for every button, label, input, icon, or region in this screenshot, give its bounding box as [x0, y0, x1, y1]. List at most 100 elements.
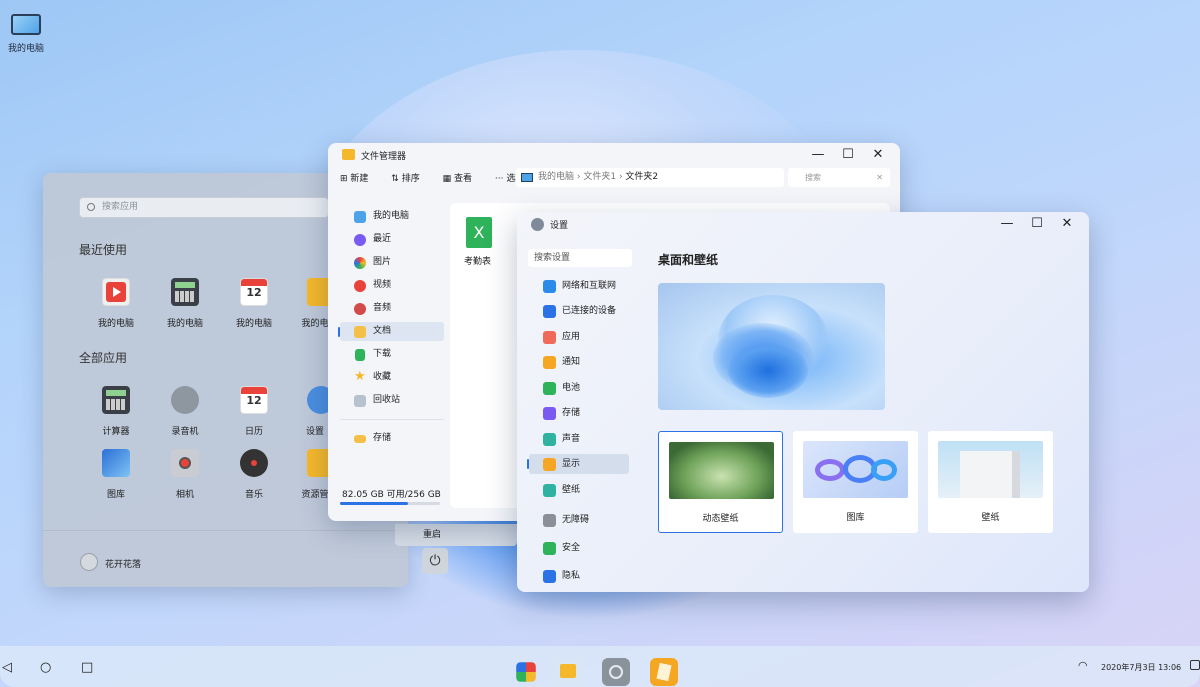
- storage-progress: [340, 502, 440, 505]
- view-button[interactable]: ▦ 查看: [443, 174, 482, 184]
- avatar[interactable]: [80, 553, 98, 571]
- settings-nav-item[interactable]: 通知: [529, 352, 629, 372]
- app-item[interactable]: 计算器: [88, 386, 144, 437]
- settings-category-icon: [543, 458, 556, 471]
- app-grid-icon[interactable]: [516, 662, 536, 682]
- clear-icon[interactable]: ✕: [876, 168, 883, 187]
- file-name[interactable]: 考勤表: [464, 254, 491, 267]
- settings-category-icon: [543, 382, 556, 395]
- nav-item-recent[interactable]: 最近: [340, 230, 444, 249]
- settings-category-icon: [543, 305, 556, 318]
- app-item[interactable]: 图库: [88, 449, 144, 500]
- calendar-icon: 12: [240, 386, 268, 414]
- nav-item-pictures[interactable]: 图片: [340, 253, 444, 272]
- calendar-icon: 12: [240, 278, 268, 306]
- window-title: 文件管理器: [361, 152, 407, 162]
- settings-category-icon: [543, 484, 556, 497]
- wallpaper-card-dynamic[interactable]: 动态壁纸: [658, 431, 783, 533]
- wallpaper-preview: [658, 283, 885, 410]
- settings-nav-item[interactable]: 网络和互联网: [529, 276, 629, 296]
- file-search-input[interactable]: 搜索 ✕: [788, 168, 890, 187]
- toolbar: ⊞ 新建 ⇅ 排序 ▦ 查看 ··· 选项: [340, 171, 544, 184]
- recent-title: 最近使用: [79, 243, 128, 257]
- wallpaper-card-gallery[interactable]: 图库: [793, 431, 918, 533]
- back-nav-button[interactable]: ◁: [2, 660, 12, 675]
- wifi-icon[interactable]: ◠: [1078, 659, 1088, 672]
- settings-category-icon: [543, 280, 556, 293]
- minimize-button[interactable]: —: [997, 215, 1017, 233]
- recent-app[interactable]: 我的电脑: [157, 278, 213, 329]
- close-button[interactable]: ✕: [868, 146, 888, 164]
- document-icon: [656, 662, 672, 682]
- taskbar-file-manager[interactable]: [554, 658, 582, 686]
- app-item[interactable]: 音乐: [226, 449, 282, 500]
- settings-category-icon: [543, 407, 556, 420]
- star-icon: ★: [354, 369, 366, 384]
- settings-nav-label: 通知: [562, 357, 581, 367]
- nav-item-downloads[interactable]: 下载: [340, 345, 444, 364]
- nav-item-video[interactable]: 视频: [340, 276, 444, 295]
- settings-nav-item[interactable]: 壁纸: [529, 480, 629, 500]
- home-nav-button[interactable]: ○: [40, 660, 51, 675]
- video-play-icon: [102, 278, 130, 306]
- nav-item-my-computer[interactable]: 我的电脑: [340, 207, 444, 226]
- settings-nav-label: 壁纸: [562, 485, 581, 495]
- recents-nav-button[interactable]: □: [81, 660, 93, 675]
- breadcrumb[interactable]: 我的电脑 › 文件夹1 › 文件夹2: [516, 168, 784, 187]
- settings-nav-item[interactable]: 无障碍: [529, 510, 629, 530]
- wallpaper-card-static[interactable]: 壁纸: [928, 431, 1053, 533]
- settings-search-input[interactable]: 搜索设置: [528, 249, 632, 267]
- taskbar-documents[interactable]: [650, 658, 678, 686]
- taskbar-settings[interactable]: [602, 658, 630, 686]
- settings-nav-item[interactable]: 隐私: [529, 566, 629, 586]
- nav-item-storage[interactable]: 存储: [340, 429, 444, 448]
- new-button[interactable]: ⊞ 新建: [340, 174, 378, 184]
- settings-nav-item[interactable]: 声音: [529, 429, 629, 449]
- notification-icon[interactable]: [1190, 660, 1200, 670]
- storage-progress-fill: [340, 502, 408, 505]
- nav-item-trash[interactable]: 回收站: [340, 391, 444, 410]
- power-button[interactable]: ⏻: [422, 548, 448, 574]
- settings-category-icon: [543, 331, 556, 344]
- settings-titlebar: 设置 — ☐ ✕: [517, 212, 1089, 236]
- computer-icon: [11, 14, 41, 35]
- app-search-input[interactable]: 搜索应用: [79, 197, 329, 218]
- app-item[interactable]: 12 日历: [226, 386, 282, 437]
- settings-nav-item[interactable]: 存储: [529, 403, 629, 423]
- desktop-icon-label: 我的电脑: [7, 44, 44, 54]
- recent-app[interactable]: 我的电脑: [88, 278, 144, 329]
- nav-item-favorites[interactable]: ★ 收藏: [340, 368, 444, 387]
- app-item[interactable]: 录音机: [157, 386, 213, 437]
- storage-icon: [354, 435, 366, 443]
- settings-nav-item[interactable]: 已连接的设备: [529, 301, 629, 321]
- calculator-icon: [102, 386, 130, 414]
- settings-nav-item[interactable]: 应用: [529, 327, 629, 347]
- picture-icon: [354, 257, 366, 269]
- close-button[interactable]: ✕: [1057, 215, 1077, 233]
- nav-item-documents[interactable]: 文档: [338, 322, 444, 341]
- recent-app[interactable]: 12 我的电脑: [226, 278, 282, 329]
- settings-nav-item[interactable]: 安全: [529, 538, 629, 558]
- maximize-button[interactable]: ☐: [838, 146, 858, 164]
- camera-icon: [171, 449, 199, 477]
- maximize-button[interactable]: ☐: [1027, 215, 1047, 233]
- excel-file-icon[interactable]: X: [466, 217, 492, 248]
- folder-icon: [560, 664, 576, 678]
- nav-item-audio[interactable]: 音频: [340, 299, 444, 318]
- settings-nav-item[interactable]: 电池: [529, 378, 629, 398]
- minimize-button[interactable]: —: [808, 146, 828, 164]
- settings-category-icon: [543, 570, 556, 583]
- app-item[interactable]: 相机: [157, 449, 213, 500]
- restart-menu-item[interactable]: 重启: [395, 524, 517, 546]
- settings-nav-item[interactable]: 显示: [527, 454, 629, 474]
- desktop-icon-my-computer[interactable]: 我的电脑: [4, 14, 48, 54]
- settings-nav-label: 无障碍: [562, 515, 590, 525]
- sort-button[interactable]: ⇅ 排序: [391, 174, 429, 184]
- building-shape: [960, 451, 1020, 498]
- section-title: 桌面和壁纸: [658, 253, 719, 267]
- settings-nav-label: 隐私: [562, 571, 581, 581]
- audio-icon: [354, 303, 366, 315]
- clock[interactable]: 2020年7月3日 13:06: [1101, 662, 1181, 673]
- storage-text: 82.05 GB 可用/256 GB: [342, 490, 441, 500]
- settings-category-icon: [543, 514, 556, 527]
